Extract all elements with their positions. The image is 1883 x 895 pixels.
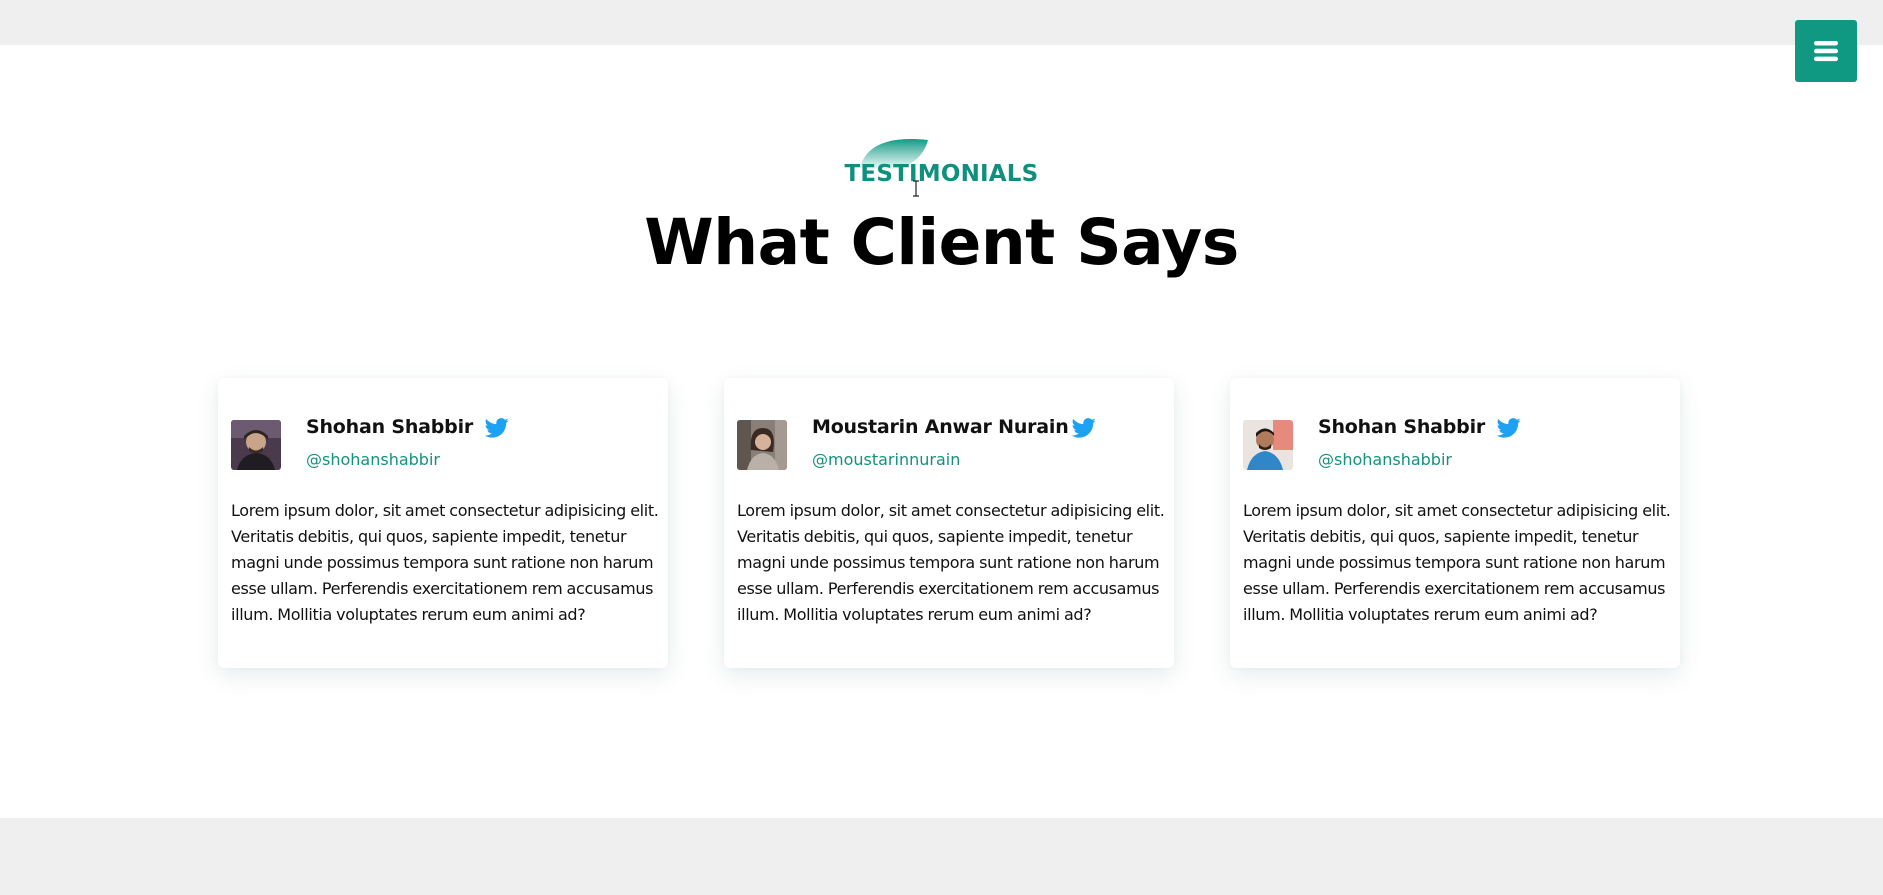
section-title: What Client Says bbox=[644, 206, 1239, 279]
twitter-icon[interactable] bbox=[1497, 418, 1521, 438]
section-eyebrow: TESTIMONIALS bbox=[0, 132, 1883, 192]
twitter-icon[interactable] bbox=[1072, 418, 1096, 438]
testimonial-card: Shohan Shabbir @shohanshabbir Lorem ipsu… bbox=[1230, 378, 1680, 668]
testimonial-name: Shohan Shabbir bbox=[306, 416, 474, 438]
bottom-band bbox=[0, 818, 1883, 895]
avatar bbox=[1243, 420, 1293, 470]
top-band bbox=[0, 0, 1883, 45]
testimonial-quote: Lorem ipsum dolor, sit amet consectetur … bbox=[1243, 501, 1671, 624]
twitter-icon[interactable] bbox=[485, 418, 509, 438]
testimonial-card: Moustarin Anwar Nurain @moustarinnurain … bbox=[724, 378, 1174, 668]
hamburger-icon bbox=[1814, 41, 1838, 62]
text-cursor-icon bbox=[913, 180, 919, 197]
avatar bbox=[737, 420, 787, 470]
testimonial-handle: @shohanshabbir bbox=[306, 450, 440, 469]
section-eyebrow-label: TESTIMONIALS bbox=[844, 161, 1039, 187]
testimonial-card: Shohan Shabbir @shohanshabbir Lorem ipsu… bbox=[218, 378, 668, 668]
testimonial-name: Shohan Shabbir bbox=[1318, 416, 1486, 438]
testimonial-name: Moustarin Anwar Nurain bbox=[812, 416, 1069, 438]
testimonial-quote: Lorem ipsum dolor, sit amet consectetur … bbox=[231, 501, 659, 624]
testimonial-quote: Lorem ipsum dolor, sit amet consectetur … bbox=[737, 501, 1165, 624]
testimonial-handle: @moustarinnurain bbox=[812, 450, 961, 469]
testimonial-handle: @shohanshabbir bbox=[1318, 450, 1452, 469]
menu-button[interactable] bbox=[1795, 20, 1857, 82]
avatar bbox=[231, 420, 281, 470]
